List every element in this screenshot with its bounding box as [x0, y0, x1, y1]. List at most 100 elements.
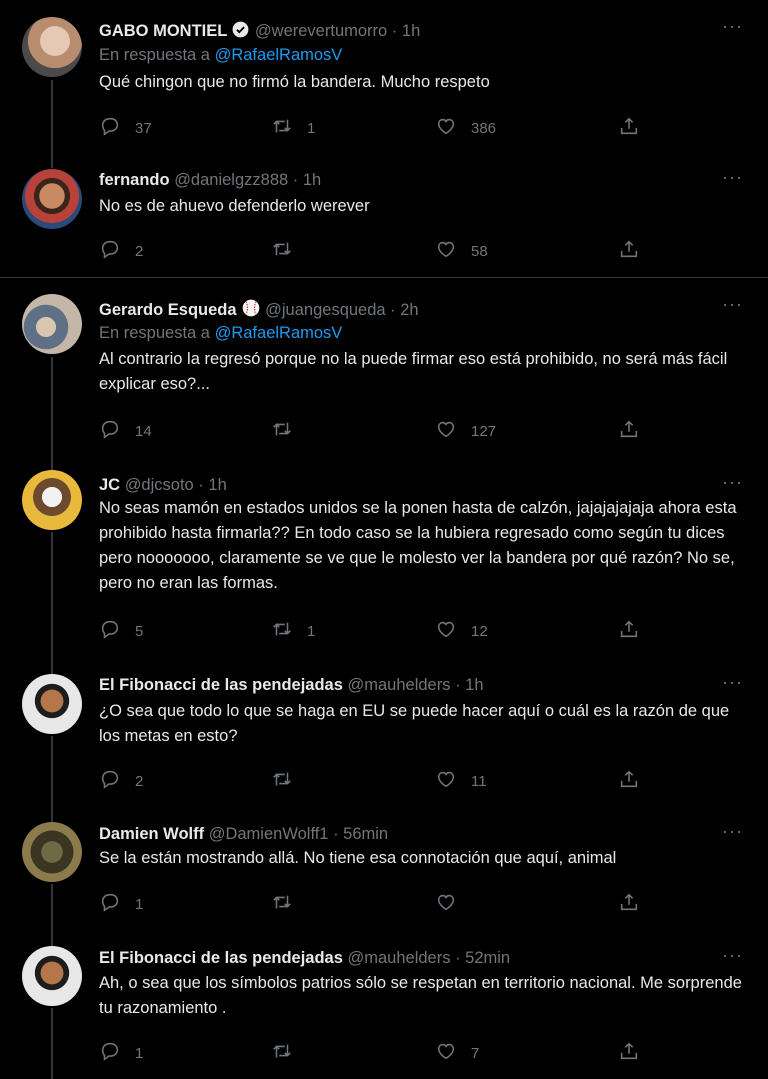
more-icon[interactable]: ···	[722, 294, 743, 315]
handle[interactable]: @mauhelders	[348, 949, 451, 967]
more-icon[interactable]: ···	[722, 16, 743, 37]
display-name[interactable]: El Fibonacci de las pendejadas	[99, 676, 343, 694]
like-count: 127	[471, 422, 497, 440]
share-button[interactable]	[618, 419, 640, 443]
retweet-button[interactable]	[271, 1041, 307, 1065]
reply-count: 1	[135, 895, 144, 913]
reply-button[interactable]: 37	[99, 116, 152, 140]
separator: ·	[328, 825, 344, 843]
more-icon[interactable]: ···	[722, 821, 743, 842]
more-icon[interactable]: ···	[722, 945, 743, 966]
reply-button[interactable]: 1	[99, 892, 143, 916]
more-icon[interactable]: ···	[722, 672, 743, 693]
tweet-actions: 2 58	[99, 239, 644, 263]
retweet-button[interactable]: 1	[271, 619, 315, 643]
reply-button[interactable]: 14	[99, 419, 152, 443]
retweet-button[interactable]	[271, 419, 307, 443]
avatar[interactable]	[22, 169, 82, 229]
retweet-count: 1	[307, 622, 316, 640]
reply-icon	[99, 1040, 121, 1066]
handle[interactable]: @djcsoto	[125, 476, 194, 494]
heart-icon	[435, 1040, 457, 1066]
tweet-header: El Fibonacci de las pendejadas @mauhelde…	[99, 949, 510, 968]
timestamp[interactable]: 52min	[465, 949, 510, 967]
thread-line	[51, 736, 53, 812]
retweet-icon	[271, 1040, 293, 1066]
display-name[interactable]: GABO MONTIEL	[99, 22, 227, 40]
reply-mention-link[interactable]: @RafaelRamosV	[215, 324, 343, 342]
avatar[interactable]	[22, 822, 82, 882]
tweet-text: Qué chingon que no firmó la bandera. Muc…	[99, 73, 490, 91]
avatar[interactable]	[22, 470, 82, 530]
tweet-actions: 37 1 386	[99, 116, 644, 140]
share-button[interactable]	[618, 1041, 640, 1065]
share-icon	[618, 891, 640, 917]
handle[interactable]: @mauhelders	[348, 676, 451, 694]
reply-prefix: En respuesta a	[99, 324, 210, 342]
reply-button[interactable]: 1	[99, 1041, 143, 1065]
retweet-button[interactable]: 1	[271, 116, 315, 140]
reply-icon	[99, 618, 121, 644]
reply-context: En respuesta a @RafaelRamosV	[99, 46, 342, 65]
reply-mention-link[interactable]: @RafaelRamosV	[215, 46, 343, 64]
verified-icon	[231, 20, 250, 44]
like-button[interactable]: 12	[435, 619, 488, 643]
reply-count: 2	[135, 772, 144, 790]
handle[interactable]: @werevertumorro	[255, 22, 387, 40]
like-button[interactable]: 7	[435, 1041, 479, 1065]
more-icon[interactable]: ···	[722, 472, 743, 493]
retweet-icon	[271, 238, 293, 264]
retweet-button[interactable]	[271, 892, 307, 916]
thread-line	[51, 1008, 53, 1079]
timestamp[interactable]: 1h	[208, 476, 226, 494]
display-name[interactable]: fernando	[99, 171, 170, 189]
avatar[interactable]	[22, 946, 82, 1006]
like-button[interactable]: 11	[435, 769, 487, 793]
tweet-header: JC @djcsoto · 1h	[99, 476, 227, 495]
reply-button[interactable]: 5	[99, 619, 143, 643]
reply-button[interactable]: 2	[99, 239, 143, 263]
avatar[interactable]	[22, 17, 82, 77]
timestamp[interactable]: 2h	[400, 301, 418, 319]
share-button[interactable]	[618, 769, 640, 793]
thread-line	[51, 884, 53, 935]
like-count: 12	[471, 622, 488, 640]
timestamp[interactable]: 1h	[465, 676, 483, 694]
reply-button[interactable]: 2	[99, 769, 143, 793]
retweet-button[interactable]	[271, 769, 307, 793]
share-button[interactable]	[618, 892, 640, 916]
conversation-divider	[0, 277, 768, 278]
heart-icon	[435, 418, 457, 444]
display-name[interactable]: El Fibonacci de las pendejadas	[99, 949, 343, 967]
share-button[interactable]	[618, 239, 640, 263]
heart-icon	[435, 238, 457, 264]
timestamp[interactable]: 1h	[303, 171, 321, 189]
like-button[interactable]	[435, 892, 471, 916]
more-icon[interactable]: ···	[722, 167, 743, 188]
timestamp[interactable]: 1h	[402, 22, 420, 40]
retweet-icon	[271, 418, 293, 444]
reply-icon	[99, 115, 121, 141]
retweet-icon	[271, 618, 293, 644]
like-button[interactable]: 58	[435, 239, 488, 263]
reply-context: En respuesta a @RafaelRamosV	[99, 324, 342, 343]
thread-line	[51, 532, 53, 660]
share-icon	[618, 115, 640, 141]
handle[interactable]: @DamienWolff1	[209, 825, 329, 843]
timestamp[interactable]: 56min	[343, 825, 388, 843]
retweet-button[interactable]	[271, 239, 307, 263]
display-name[interactable]: Gerardo Esqueda	[99, 301, 237, 319]
like-button[interactable]: 127	[435, 419, 496, 443]
reply-count: 5	[135, 622, 144, 640]
handle[interactable]: @danielgzz888	[174, 171, 288, 189]
display-name[interactable]: Damien Wolff	[99, 825, 204, 843]
reply-icon	[99, 768, 121, 794]
share-button[interactable]	[618, 116, 640, 140]
separator: ·	[385, 301, 401, 319]
like-button[interactable]: 386	[435, 116, 496, 140]
share-button[interactable]	[618, 619, 640, 643]
avatar[interactable]	[22, 674, 82, 734]
display-name[interactable]: JC	[99, 476, 120, 494]
handle[interactable]: @juangesqueda	[265, 301, 385, 319]
avatar[interactable]	[22, 294, 82, 354]
